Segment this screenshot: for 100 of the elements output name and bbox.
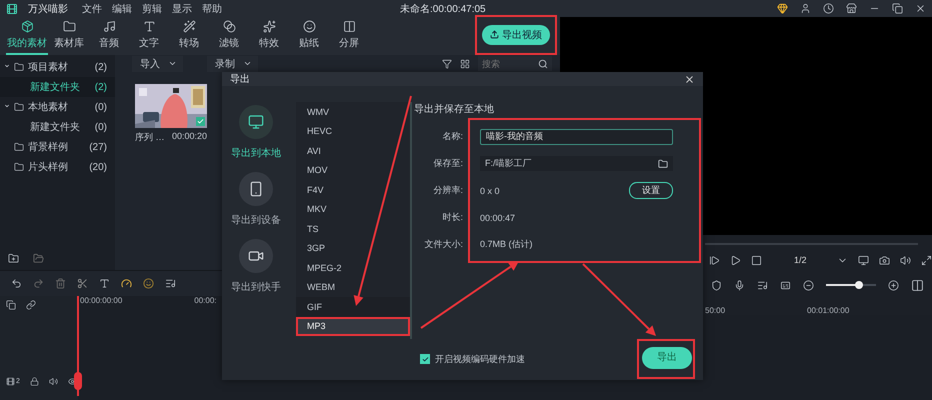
toolbar-tab[interactable]: 贴纸 <box>290 17 328 55</box>
stop-icon[interactable] <box>751 254 762 266</box>
toolbar-tab[interactable]: 文字 <box>130 17 168 55</box>
folder-label: 本地素材 <box>28 100 68 114</box>
format-option[interactable]: F4V <box>296 180 410 200</box>
checkbox[interactable] <box>420 354 430 364</box>
toolbar-tab[interactable]: 分屏 <box>330 17 368 55</box>
folder-item[interactable]: 片头样例 (20) <box>0 157 115 177</box>
format-option[interactable]: WEBM <box>296 278 410 297</box>
gem-icon[interactable] <box>777 3 788 14</box>
speaker-icon[interactable] <box>900 254 911 266</box>
clock-icon[interactable] <box>823 3 834 14</box>
playhead-handle[interactable] <box>74 372 82 390</box>
settings-button[interactable]: 设置 <box>629 182 673 199</box>
link-icon[interactable] <box>26 300 36 310</box>
shield-icon[interactable] <box>711 280 722 290</box>
app-name: 万兴喵影 <box>28 2 68 16</box>
camera-icon[interactable] <box>878 254 890 266</box>
phone-icon <box>248 181 264 197</box>
checkbox-label: 开启视频编码硬件加速 <box>435 352 525 366</box>
box-icon <box>20 20 34 33</box>
format-option[interactable]: MP3 <box>296 316 410 336</box>
mic-icon[interactable] <box>734 280 745 290</box>
text-icon[interactable] <box>99 278 110 289</box>
menu-item[interactable]: 剪辑 <box>142 2 162 16</box>
play-icon[interactable] <box>730 254 741 266</box>
grid-icon[interactable] <box>460 58 470 68</box>
folder-item[interactable]: 新建文件夹 (2) <box>0 77 115 97</box>
menu-item[interactable]: 编辑 <box>112 2 132 16</box>
folder-icon <box>14 102 24 112</box>
export-video-button[interactable]: 导出视频 <box>482 24 550 44</box>
slider-thumb[interactable] <box>854 281 862 289</box>
zoom-in-icon[interactable] <box>888 280 899 290</box>
trash-icon[interactable] <box>55 278 66 289</box>
user-icon[interactable] <box>800 3 811 14</box>
toolbar-tab[interactable]: 素材库 <box>50 17 88 55</box>
folder-item[interactable]: 背景样例 (27) <box>0 137 115 157</box>
ruler-time: 00:00:00:00 <box>80 296 122 305</box>
menu-item[interactable]: 帮助 <box>202 2 222 16</box>
redo-icon[interactable] <box>33 278 44 289</box>
video-track-icon[interactable] <box>6 377 15 386</box>
split-view-icon[interactable] <box>911 278 924 292</box>
format-option[interactable]: MOV <box>296 160 410 180</box>
menu-item[interactable]: 显示 <box>172 2 192 16</box>
store-icon[interactable] <box>846 3 857 14</box>
search-field[interactable]: 搜索 <box>478 56 552 71</box>
smiley-icon[interactable] <box>143 278 154 289</box>
expand-caret-icon[interactable] <box>4 63 10 69</box>
speed-icon[interactable] <box>121 278 132 289</box>
zoom-out-icon[interactable] <box>803 280 814 290</box>
undo-icon[interactable] <box>11 278 22 289</box>
monitor-icon[interactable] <box>858 254 869 266</box>
search-icon[interactable] <box>538 58 548 68</box>
folder-item[interactable]: 新建文件夹 (0) <box>0 117 115 137</box>
music-list-icon[interactable] <box>757 280 768 290</box>
close-button[interactable] <box>684 74 695 84</box>
item-count: (27) <box>89 142 107 152</box>
folder-item[interactable]: 本地素材 (0) <box>0 97 115 117</box>
format-option[interactable]: AVI <box>296 141 410 160</box>
path-field[interactable]: F:/喵影工厂 <box>480 156 673 171</box>
menu-item[interactable]: 文件 <box>82 2 102 16</box>
field-label: 文件大小: <box>423 238 463 251</box>
format-option[interactable]: MPEG-2 <box>296 258 410 278</box>
format-option[interactable]: MKV <box>296 200 410 219</box>
destination-option[interactable]: 导出到设备 <box>231 172 281 227</box>
format-option[interactable]: 3GP <box>296 238 410 258</box>
format-option[interactable]: HEVC <box>296 122 410 141</box>
format-option[interactable]: TS <box>296 219 410 238</box>
speaker-icon[interactable] <box>48 377 58 386</box>
folder-label: 背景样例 <box>28 140 68 154</box>
step-play-icon[interactable] <box>709 254 720 266</box>
format-option[interactable]: GIF <box>296 297 410 316</box>
record-dropdown[interactable]: 录制 <box>207 56 258 72</box>
import-dropdown[interactable]: 导入 <box>132 56 183 72</box>
scissors-icon[interactable] <box>77 278 88 289</box>
app-logo-icon <box>6 2 18 14</box>
add-track-icon[interactable] <box>6 300 16 310</box>
toolbar-tab[interactable]: 特效 <box>250 17 288 55</box>
destination-option[interactable]: 导出到本地 <box>231 105 281 160</box>
folder-item[interactable]: 项目素材 (2) <box>0 57 115 77</box>
field-value: 00:00:47 <box>480 212 516 222</box>
restore-icon[interactable] <box>892 3 903 14</box>
toolbar-tab[interactable]: 音频 <box>90 17 128 55</box>
folder-icon[interactable] <box>658 158 668 168</box>
name-field[interactable]: 喵影-我的音频 <box>480 128 673 144</box>
toolbar-tab[interactable]: 转场 <box>170 17 208 55</box>
format-option[interactable]: WMV <box>296 102 410 122</box>
expand-icon[interactable] <box>920 254 932 266</box>
close-icon[interactable] <box>915 3 926 14</box>
smiley-icon <box>302 20 316 33</box>
filter-icon[interactable] <box>442 58 452 68</box>
lock-icon[interactable] <box>30 377 39 386</box>
folder-icon <box>14 162 24 172</box>
expand-caret-icon[interactable] <box>4 103 10 109</box>
captions-icon[interactable] <box>780 280 791 290</box>
export-button[interactable]: 导出 <box>642 347 692 369</box>
destination-option[interactable]: 导出到快手 <box>231 239 281 294</box>
toolbar-tab[interactable]: 滤镜 <box>210 17 248 55</box>
new-folder-icon[interactable] <box>8 253 19 264</box>
eye-icon[interactable] <box>68 377 77 386</box>
